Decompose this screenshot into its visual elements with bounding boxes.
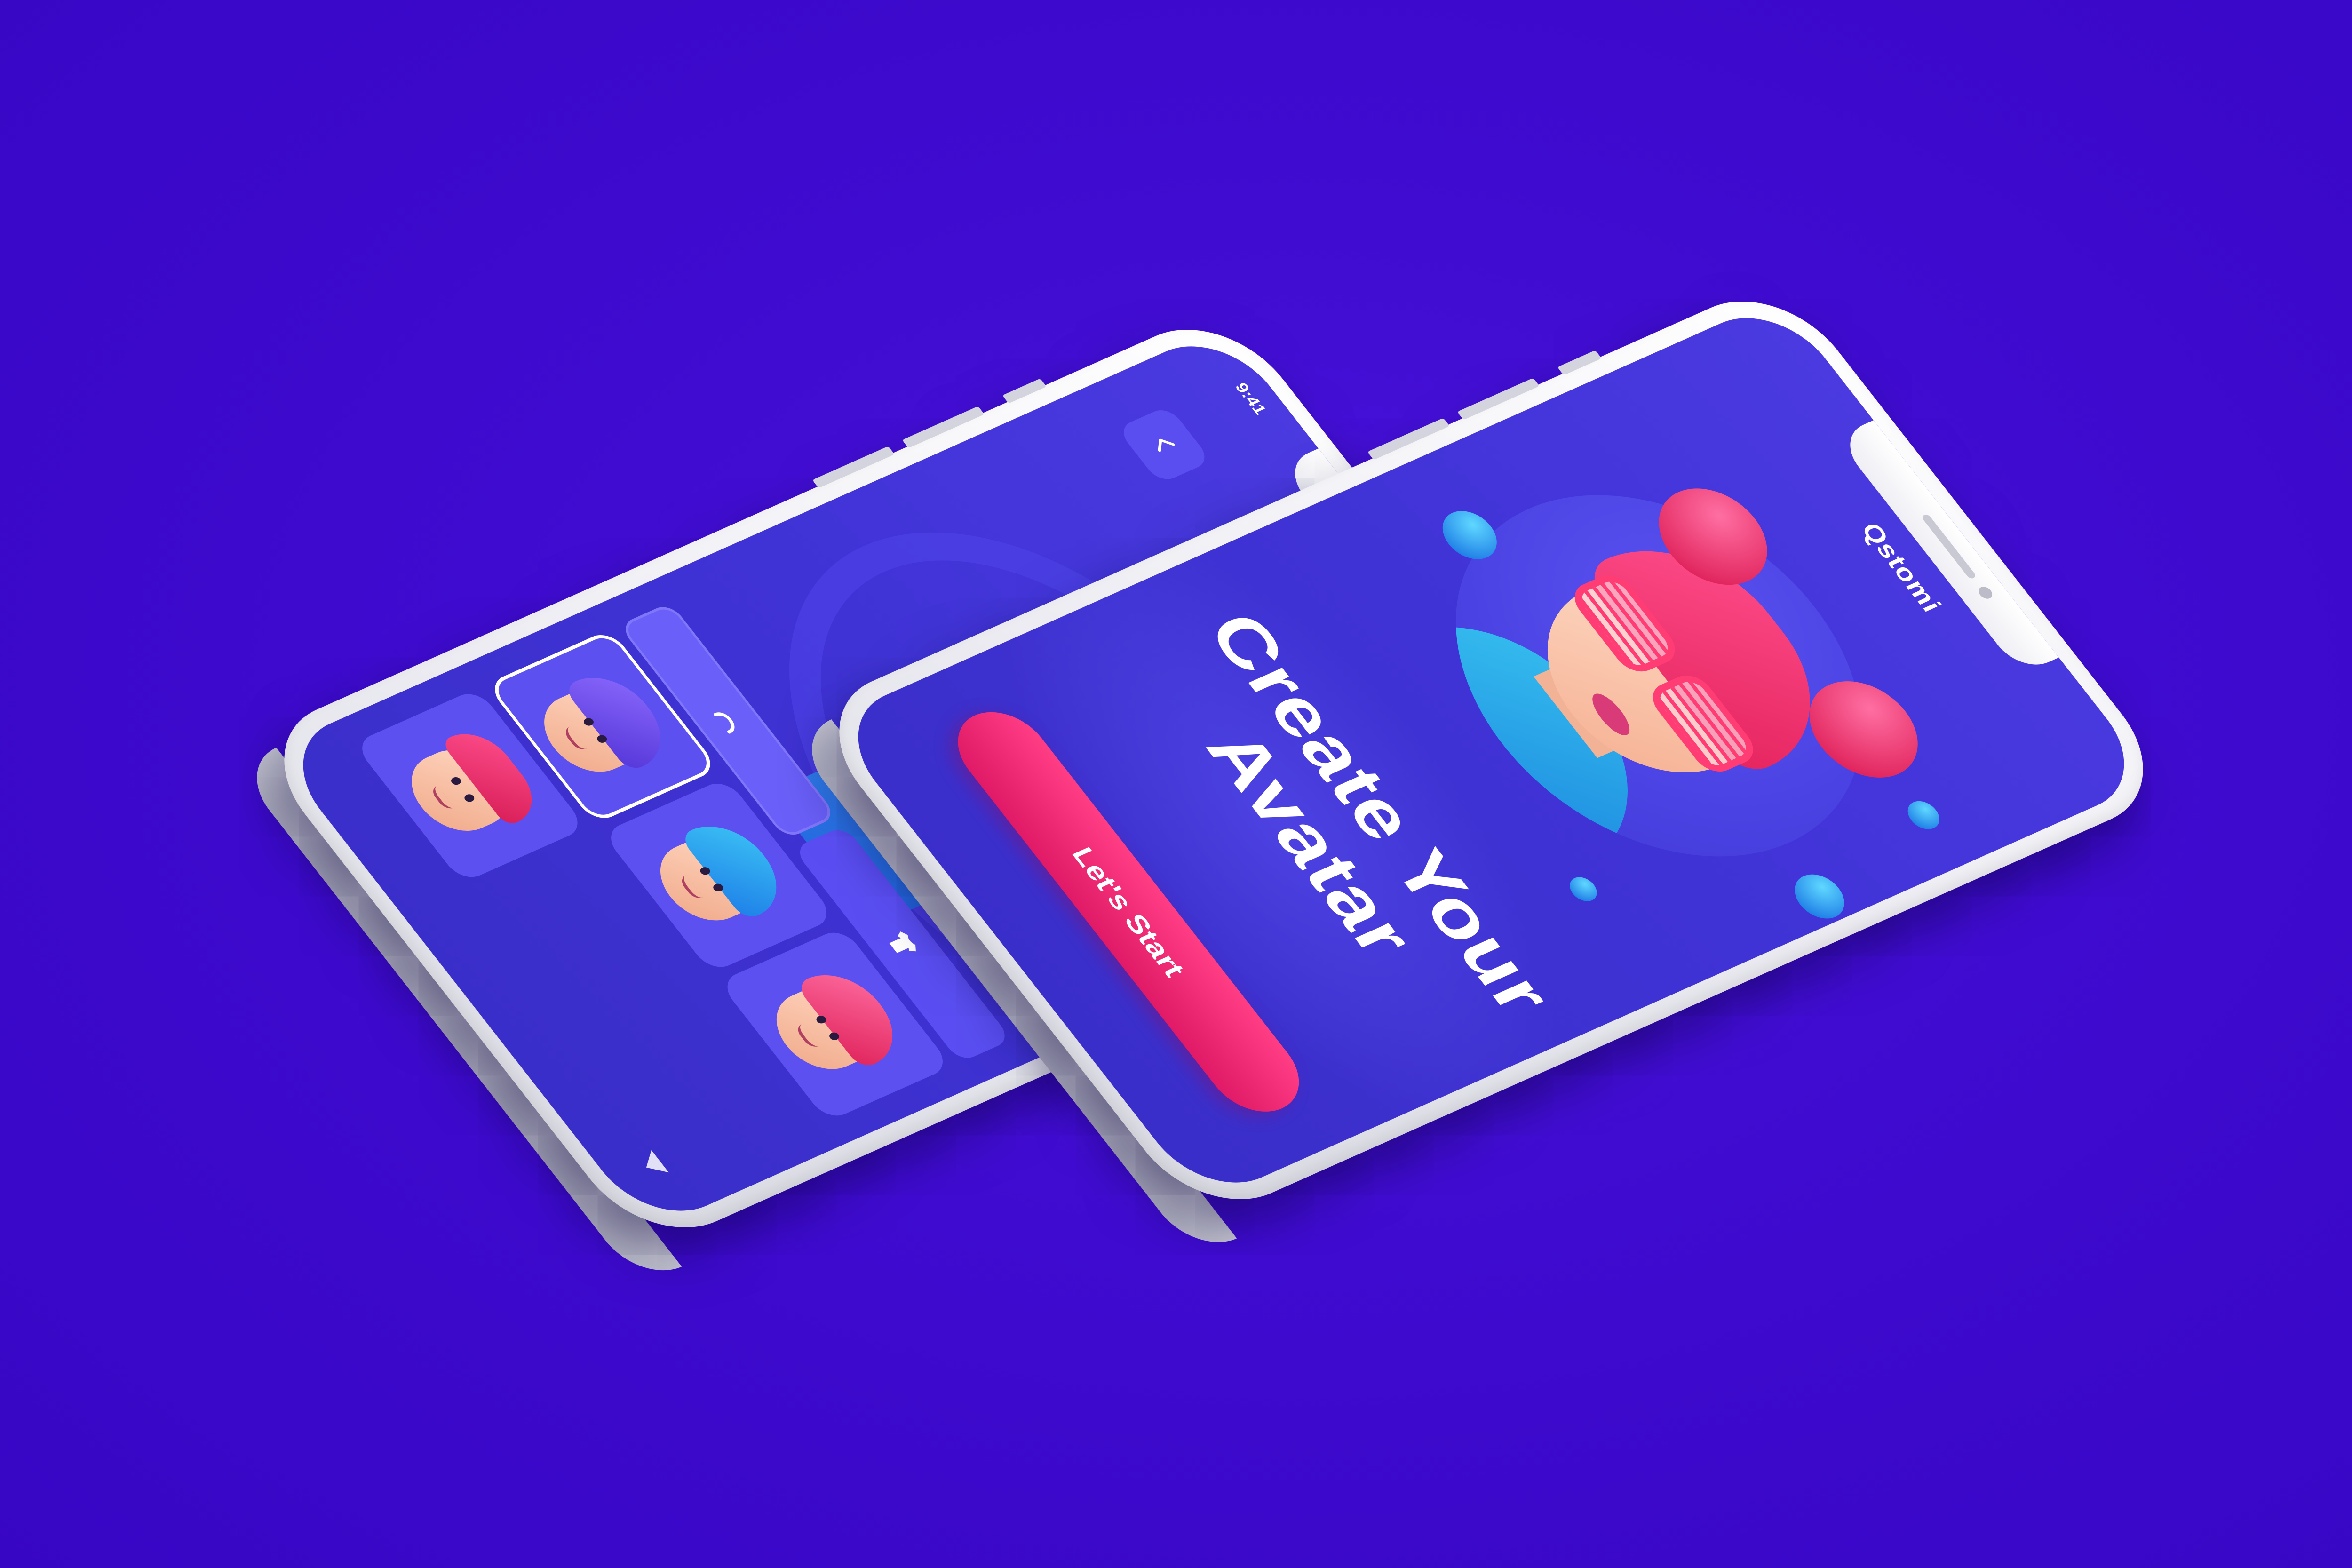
triangle-down-icon[interactable] <box>637 1150 669 1179</box>
hair-icon <box>714 712 735 734</box>
chevron-left-icon <box>1158 438 1175 452</box>
front-camera <box>1976 585 1995 601</box>
mockup-canvas: { "colors": { "background": "#3f0bd0", "… <box>0 0 2352 1568</box>
decor-bubble <box>1564 873 1603 905</box>
decor-bubble <box>1901 796 1946 834</box>
decor-bubble <box>1784 868 1855 925</box>
status-time: 9:41 <box>1231 380 1270 417</box>
shirt-icon <box>889 931 916 953</box>
